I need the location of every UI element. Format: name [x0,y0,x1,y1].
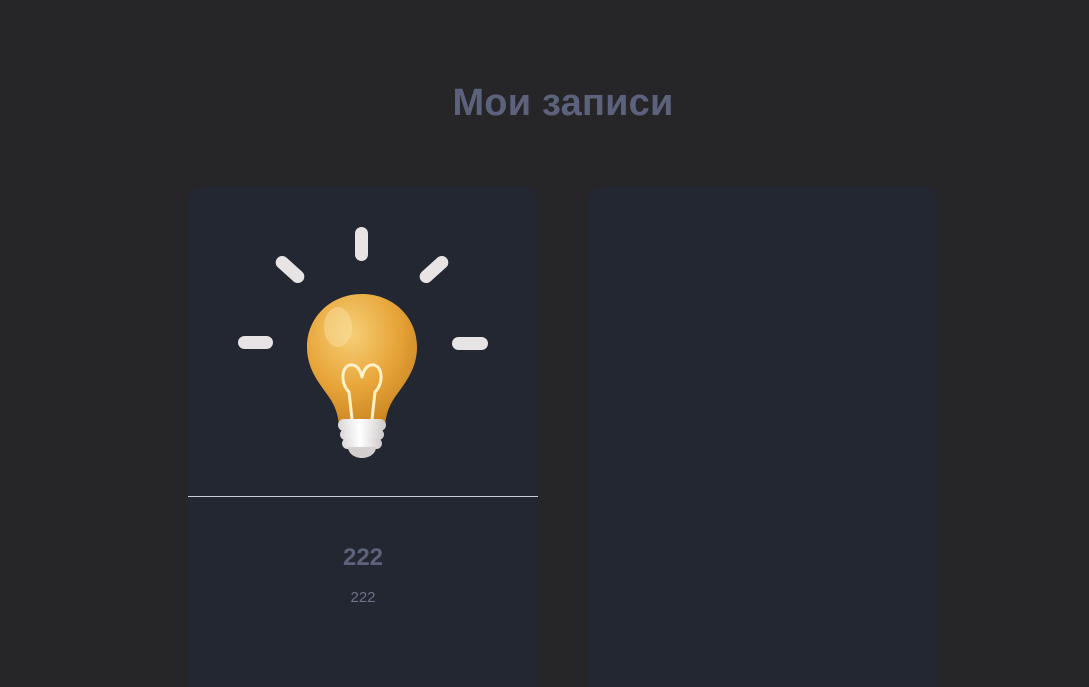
note-image [188,187,538,496]
add-note-card[interactable] [588,187,938,687]
lightbulb-icon [238,227,488,458]
card-divider [188,496,538,497]
note-title: 222 [342,544,384,571]
note-card[interactable]: 222 222 [188,187,538,687]
page-title: Мои записи [452,82,674,124]
note-text: 222 [350,589,376,606]
plus-icon[interactable] [685,359,841,515]
